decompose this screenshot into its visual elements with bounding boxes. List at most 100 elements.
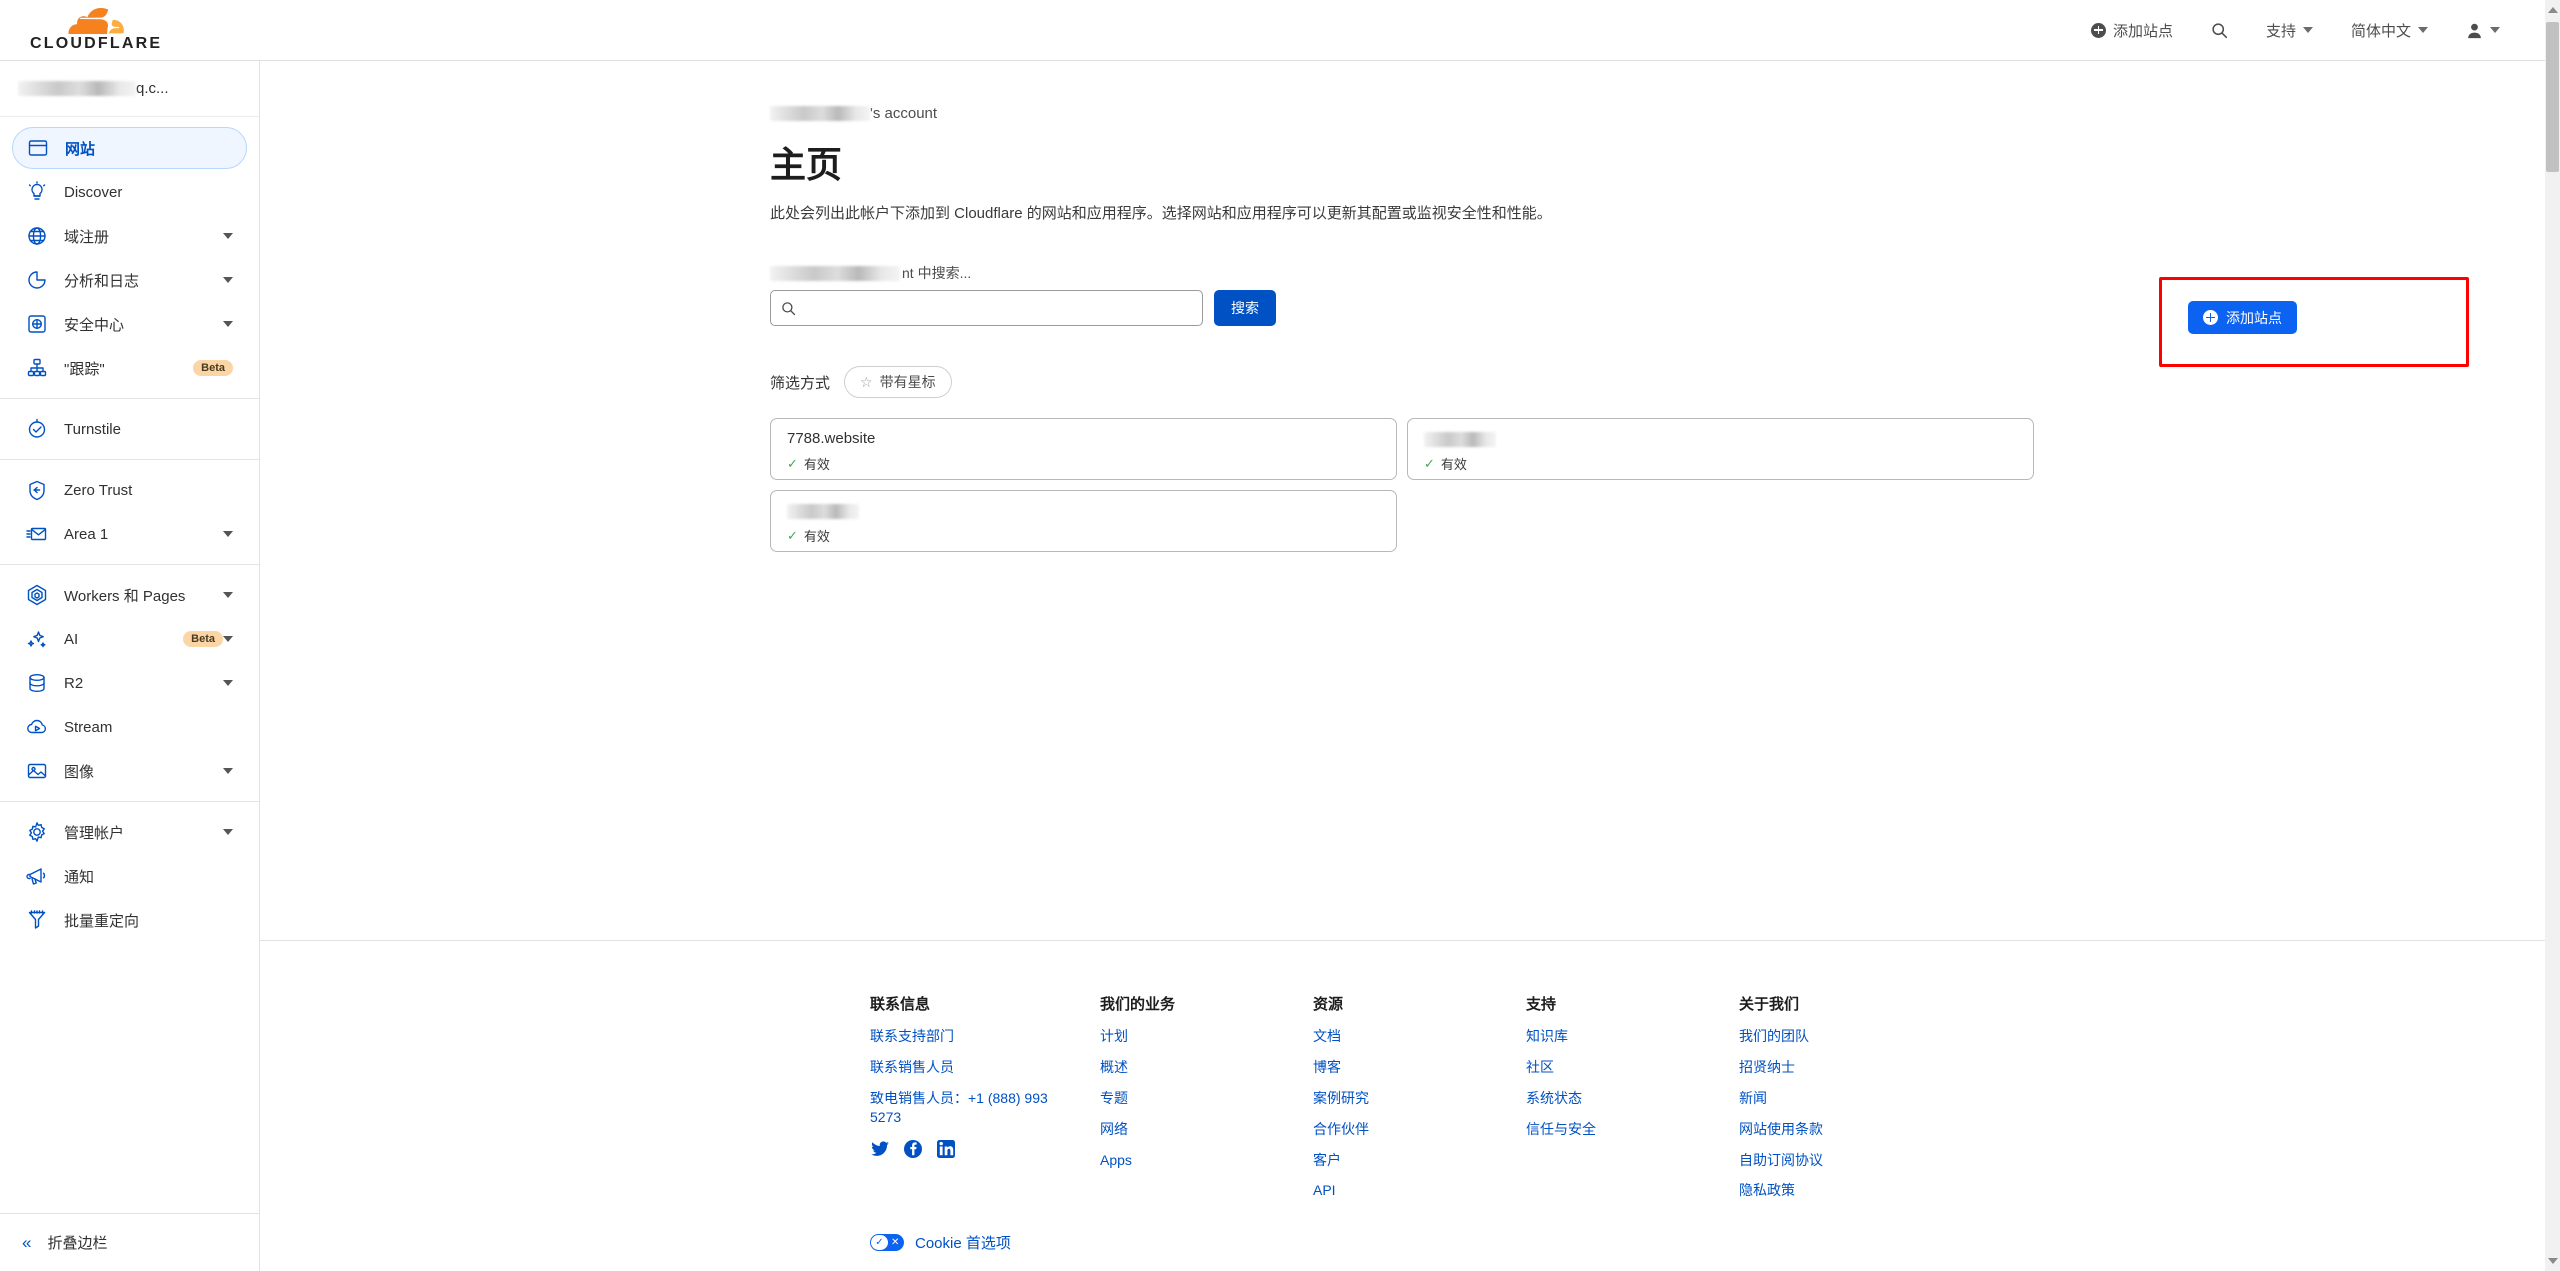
person-icon (2468, 23, 2481, 38)
topbar-actions: 添加站点 支持 简体中文 (2090, 20, 2560, 41)
breadcrumb: 's account (770, 105, 2560, 122)
sidebar-item-discover[interactable]: Discover (12, 171, 247, 213)
footer-link[interactable]: 客户 (1313, 1151, 1493, 1170)
footer-link[interactable]: 网站使用条款 (1739, 1120, 1919, 1139)
sidebar-separator (0, 564, 259, 565)
sidebar-account-name: q.c... (136, 80, 169, 97)
image-icon (26, 760, 48, 782)
site-card-status: ✓ 有效 (1424, 454, 2017, 473)
footer-link[interactable]: API (1313, 1181, 1493, 1200)
footer-link[interactable]: 合作伙伴 (1313, 1120, 1493, 1139)
sidebar-item-批量重定向[interactable]: 批量重定向 (12, 899, 247, 941)
footer-link[interactable]: 案例研究 (1313, 1089, 1493, 1108)
cookie-toggle-icon: ✓ ✕ (870, 1234, 904, 1252)
chevron-down-icon (2418, 27, 2428, 33)
sidebar-item-turnstile[interactable]: Turnstile (12, 408, 247, 450)
sidebar-account-selector[interactable]: q.c... (0, 61, 259, 117)
cookie-preferences-button[interactable]: ✓ ✕ Cookie 首选项 (260, 1232, 2560, 1253)
sidebar-collapse-button[interactable]: « 折叠边栏 (0, 1213, 260, 1271)
sidebar-item-ai[interactable]: AI Beta (12, 618, 247, 660)
footer-link[interactable]: 博客 (1313, 1058, 1493, 1077)
topbar-support-menu[interactable]: 支持 (2266, 20, 2313, 41)
footer-link[interactable]: 联系支持部门 (870, 1027, 1050, 1046)
megaphone-icon (26, 865, 48, 887)
cloudflare-logo[interactable]: CLOUDFLARE (30, 8, 162, 52)
search-input[interactable] (804, 299, 1192, 317)
chevron-down-icon[interactable] (223, 321, 233, 327)
footer-link[interactable]: 自助订阅协议 (1739, 1151, 1919, 1170)
footer-link[interactable]: 概述 (1100, 1058, 1280, 1077)
footer-social-links (870, 1139, 1100, 1159)
chevron-down-icon[interactable] (223, 829, 233, 835)
sidebar-item-label: Stream (64, 718, 113, 736)
page-title: 主页 (770, 144, 843, 185)
footer-link[interactable]: 我们的团队 (1739, 1027, 1919, 1046)
footer-link[interactable]: 系统状态 (1526, 1089, 1706, 1108)
chevron-down-icon[interactable] (223, 531, 233, 537)
chevron-down-icon[interactable] (223, 277, 233, 283)
sidebar-item-label: 安全中心 (64, 316, 125, 334)
cloudflare-wordmark: CLOUDFLARE (30, 35, 163, 52)
chevron-down-icon[interactable] (223, 768, 233, 774)
footer-link[interactable]: Apps (1100, 1151, 1280, 1170)
sidebar-item-图像[interactable]: 图像 (12, 750, 247, 792)
chevron-down-icon[interactable] (223, 636, 233, 642)
linkedin-icon[interactable] (936, 1139, 956, 1159)
scroll-up-arrow-icon[interactable] (2548, 7, 2558, 13)
topbar-add-site[interactable]: 添加站点 (2090, 20, 2173, 41)
chevron-down-icon[interactable] (223, 592, 233, 598)
footer-link[interactable]: 招贤纳士 (1739, 1058, 1919, 1077)
search-button[interactable]: 搜索 (1214, 290, 1276, 326)
footer-link[interactable]: 致电销售人员：+1 (888) 993 5273 (870, 1089, 1050, 1127)
sidebar-item-通知[interactable]: 通知 (12, 855, 247, 897)
sidebar-item-label: 网站 (65, 140, 96, 158)
topbar-account-menu[interactable] (2466, 22, 2500, 39)
sidebar-item-label: Area 1 (64, 525, 109, 543)
twitter-icon[interactable] (870, 1139, 890, 1159)
page-scrollbar[interactable] (2545, 0, 2560, 1271)
footer-column-heading: 联系信息 (870, 996, 931, 1013)
footer-link[interactable]: 文档 (1313, 1027, 1493, 1046)
sidebar-item-r2[interactable]: R2 (12, 662, 247, 704)
footer-link[interactable]: 知识库 (1526, 1027, 1706, 1046)
scroll-down-arrow-icon[interactable] (2548, 1258, 2558, 1264)
sidebar-item-area1[interactable]: Area 1 (12, 513, 247, 555)
pie-chart-icon (26, 269, 48, 291)
sidebar-item-zerotrust[interactable]: Zero Trust (12, 469, 247, 511)
footer-link[interactable]: 新闻 (1739, 1089, 1919, 1108)
site-card[interactable]: ✓ 有效 (770, 490, 1397, 552)
sidebar-item-管理帐户[interactable]: 管理帐户 (12, 811, 247, 853)
topbar-search-button[interactable] (2211, 22, 2228, 39)
filter-label: 筛选方式 (770, 374, 831, 392)
footer-link[interactable]: 社区 (1526, 1058, 1706, 1077)
turnstile-icon (26, 418, 48, 440)
chevron-down-icon[interactable] (223, 233, 233, 239)
footer-link[interactable]: 联系销售人员 (870, 1058, 1050, 1077)
site-cards-grid: 7788.website ✓ 有效 ✓ 有效 ✓ 有效 (770, 418, 2035, 552)
filter-starred-pill[interactable]: ☆ 带有星标 (844, 366, 952, 398)
sidebar-item-workers和pages[interactable]: Workers 和 Pages (12, 574, 247, 616)
site-card[interactable]: ✓ 有效 (1407, 418, 2034, 480)
sidebar-item-stream[interactable]: Stream (12, 706, 247, 748)
footer-column-heading: 资源 (1313, 996, 1344, 1013)
footer-link[interactable]: 专题 (1100, 1089, 1280, 1108)
search-input-wrapper[interactable] (770, 290, 1203, 326)
site-card-status-label: 有效 (803, 457, 830, 472)
footer-link[interactable]: 信任与安全 (1526, 1120, 1706, 1139)
facebook-icon[interactable] (903, 1139, 923, 1159)
chevron-down-icon[interactable] (223, 680, 233, 686)
sidebar-item-分析和日志[interactable]: 分析和日志 (12, 259, 247, 301)
footer-column: 联系信息联系支持部门 联系销售人员致电销售人员：+1 (888) 993 5273 (870, 993, 1100, 1212)
site-card-status: ✓ 有效 (787, 526, 1380, 545)
topbar-language-menu[interactable]: 简体中文 (2351, 20, 2428, 41)
sidebar-item-网站[interactable]: 网站 (12, 127, 247, 169)
sidebar-item-域注册[interactable]: 域注册 (12, 215, 247, 257)
add-site-button[interactable]: 添加站点 (2188, 301, 2297, 334)
footer-link[interactable]: 计划 (1100, 1027, 1280, 1046)
site-card[interactable]: 7788.website ✓ 有效 (770, 418, 1397, 480)
sidebar-item-安全中心[interactable]: 安全中心 (12, 303, 247, 345)
footer-link[interactable]: 隐私政策 (1739, 1181, 1919, 1200)
sidebar-item-跟踪[interactable]: "跟踪" Beta (12, 347, 247, 389)
scrollbar-thumb[interactable] (2546, 22, 2559, 172)
footer-link[interactable]: 网络 (1100, 1120, 1280, 1139)
